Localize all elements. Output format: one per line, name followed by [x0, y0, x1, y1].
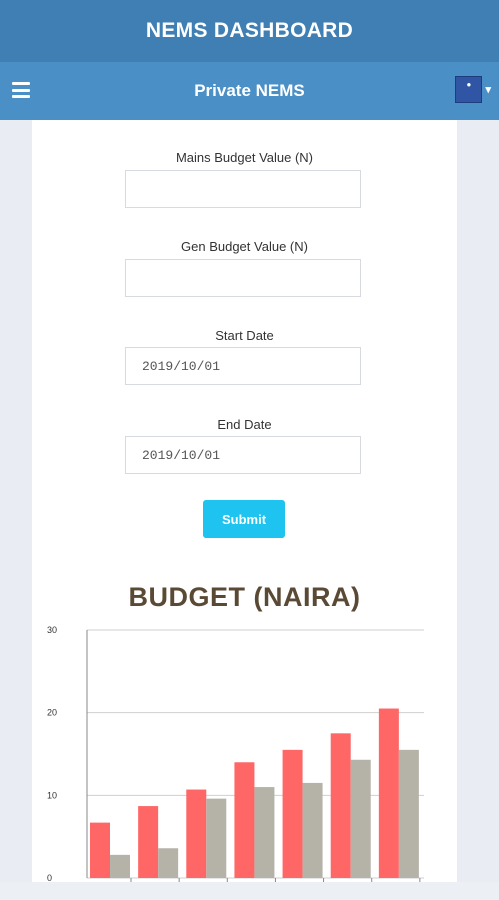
y-tick-label: 20: [47, 708, 57, 718]
page-footer-strip: [0, 882, 499, 900]
chart-title: BUDGET (NAIRA): [128, 582, 361, 612]
budget-bar-chart: 0 10 20 30: [47, 625, 424, 882]
bar-series-1-4: [234, 762, 255, 878]
content-card: Mains Budget Value (N) Gen Budget Value …: [32, 120, 457, 882]
chevron-down-icon[interactable]: ▾: [485, 83, 491, 96]
submit-button[interactable]: Submit: [203, 500, 285, 538]
bar-series-2-3: [206, 798, 227, 878]
bar-series-1-5: [282, 749, 303, 878]
bar-series-1-1: [90, 822, 110, 878]
bar-series-1-2: [138, 806, 159, 878]
end-date-input[interactable]: 2019/10/01: [125, 436, 361, 474]
user-menu[interactable]: ● ▾: [455, 76, 491, 103]
bar-series-1-3: [186, 789, 207, 878]
mains-budget-label: Mains Budget Value (N): [175, 150, 314, 165]
y-tick-label: 10: [47, 790, 57, 800]
user-avatar-icon[interactable]: ●: [455, 76, 483, 103]
y-tick-label: 30: [47, 625, 57, 635]
bar-series-2-2: [158, 848, 179, 878]
bar-series-2-7: [398, 749, 419, 878]
bar-series-1-6: [330, 733, 351, 878]
end-date-label: End Date: [217, 417, 272, 432]
y-tick-label: 0: [47, 873, 52, 882]
app-header: NEMS DASHBOARD: [0, 0, 499, 62]
mains-budget-input[interactable]: [125, 170, 361, 208]
hamburger-menu-icon[interactable]: [12, 82, 30, 98]
start-date-input[interactable]: 2019/10/01: [125, 347, 361, 385]
app-title: NEMS DASHBOARD: [145, 19, 354, 42]
bar-series-2-6: [350, 759, 371, 878]
bar-series-2-5: [302, 782, 323, 878]
start-date-label: Start Date: [215, 328, 274, 343]
page-title: Private NEMS: [194, 81, 305, 100]
sub-header: Private NEMS ● ▾: [0, 62, 499, 120]
gen-budget-label: Gen Budget Value (N): [181, 239, 308, 254]
bar-series-1-7: [378, 708, 399, 878]
bar-series-2-4: [254, 787, 275, 878]
gen-budget-input[interactable]: [125, 259, 361, 297]
bar-series-2-1: [110, 854, 130, 878]
